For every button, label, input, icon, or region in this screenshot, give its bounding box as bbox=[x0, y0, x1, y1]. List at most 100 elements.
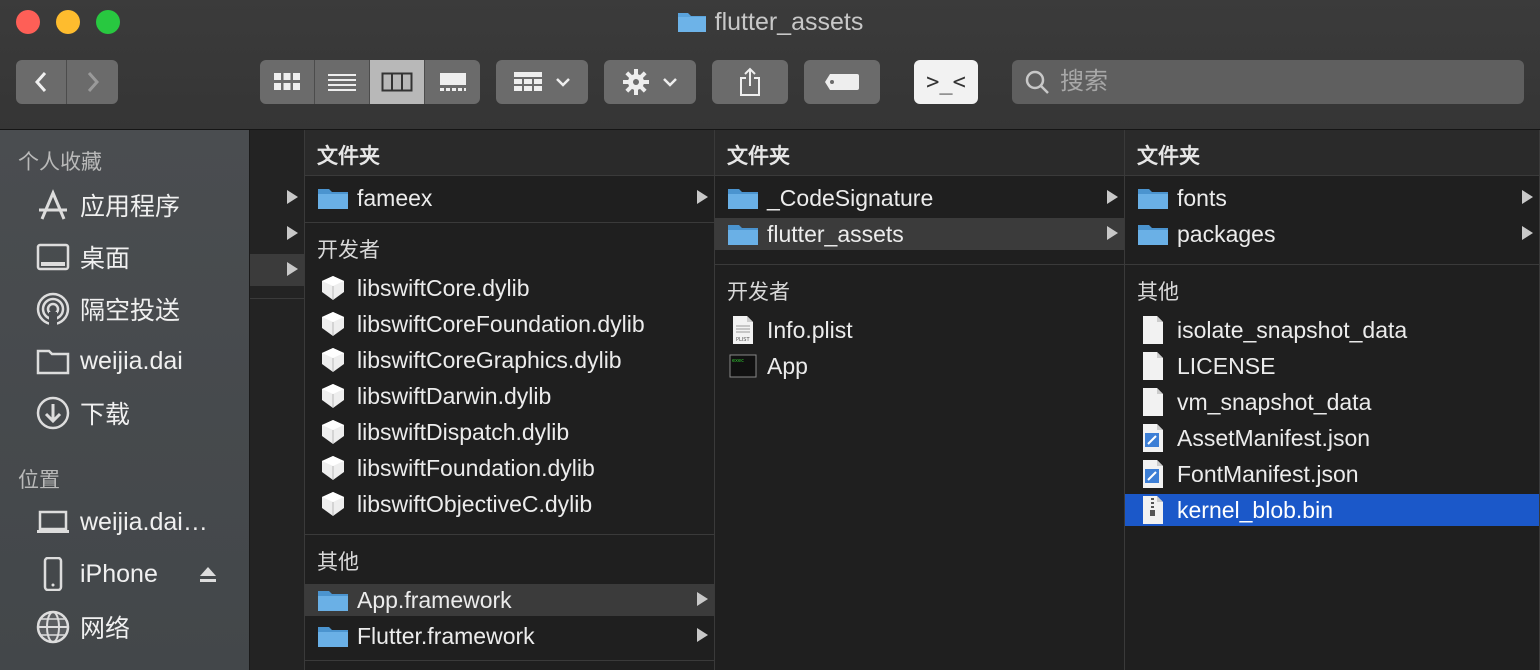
list-item[interactable] bbox=[250, 254, 304, 286]
list-item[interactable]: libswiftDarwin.dylib bbox=[305, 380, 714, 412]
window-title-container: flutter_assets bbox=[0, 8, 1540, 40]
column-previous[interactable] bbox=[250, 130, 305, 670]
document-icon bbox=[1137, 352, 1169, 380]
list-item[interactable]: libswiftObjectiveC.dylib bbox=[305, 488, 714, 520]
list-item[interactable]: libswiftCore.dylib bbox=[305, 272, 714, 304]
tags-button[interactable] bbox=[804, 60, 880, 104]
list-item-fameex[interactable]: fameex bbox=[305, 182, 714, 214]
list-item[interactable]: vm_snapshot_data bbox=[1125, 386, 1539, 418]
disclosure-arrow-icon bbox=[287, 262, 298, 276]
sidebar-section-locations: 位置 bbox=[18, 469, 60, 492]
list-item-app-framework[interactable]: App.framework bbox=[305, 584, 714, 616]
list-item-flutter-assets[interactable]: flutter_assets bbox=[715, 218, 1124, 250]
list-item[interactable] bbox=[250, 218, 304, 250]
column-view-button[interactable] bbox=[370, 60, 425, 104]
list-item-selected[interactable]: kernel_blob.bin bbox=[1125, 494, 1539, 526]
item-label: libswiftDispatch.dylib bbox=[357, 418, 570, 445]
svg-text:exec: exec bbox=[732, 358, 744, 364]
gallery-view-button[interactable] bbox=[425, 60, 480, 104]
group-label-other: 其他 bbox=[1137, 281, 1179, 304]
list-item[interactable]: FontManifest.json bbox=[1125, 458, 1539, 490]
list-item-codesignature[interactable]: _CodeSignature bbox=[715, 182, 1124, 214]
sidebar-item-label: weijia.dai bbox=[80, 346, 183, 375]
search-input[interactable] bbox=[1060, 68, 1500, 96]
disclosure-arrow-icon bbox=[697, 628, 708, 642]
laptop-icon bbox=[34, 505, 72, 539]
navigation-buttons bbox=[16, 60, 118, 104]
item-label: libswiftCoreGraphics.dylib bbox=[357, 346, 622, 373]
divider bbox=[305, 534, 714, 535]
divider bbox=[1125, 264, 1539, 265]
terminal-icon: >_< bbox=[926, 69, 966, 95]
item-label: kernel_blob.bin bbox=[1177, 496, 1334, 523]
list-item[interactable]: libswiftCoreGraphics.dylib bbox=[305, 344, 714, 376]
svg-text:PLIST: PLIST bbox=[736, 337, 750, 343]
forward-button[interactable] bbox=[67, 60, 118, 104]
sidebar-item-home[interactable]: weijia.dai bbox=[34, 341, 244, 381]
disclosure-arrow-icon bbox=[697, 190, 708, 204]
share-icon bbox=[740, 67, 760, 96]
list-item-packages[interactable]: packages bbox=[1125, 218, 1539, 250]
list-view-button[interactable] bbox=[315, 60, 370, 104]
desktop-icon bbox=[34, 240, 72, 274]
chevron-down-icon bbox=[663, 78, 677, 87]
folder-icon bbox=[317, 184, 349, 212]
list-item[interactable] bbox=[250, 182, 304, 214]
column-flutter-assets[interactable]: 文件夹 fonts packages 其他 isolate_snapshot_d… bbox=[1125, 130, 1540, 670]
folder-icon bbox=[727, 184, 759, 212]
disclosure-arrow-icon bbox=[1522, 190, 1533, 204]
search-field[interactable] bbox=[1012, 60, 1524, 104]
sidebar-item-airdrop[interactable]: 隔空投送 bbox=[34, 289, 244, 329]
sidebar-item-desktop[interactable]: 桌面 bbox=[34, 237, 244, 277]
disclosure-arrow-icon bbox=[287, 226, 298, 240]
sidebar: 个人收藏 应用程序 桌面 隔空投送 weijia.dai 下载 位置 weiji… bbox=[0, 130, 250, 670]
list-item[interactable]: LICENSE bbox=[1125, 350, 1539, 382]
back-button[interactable] bbox=[16, 60, 67, 104]
applications-icon bbox=[34, 188, 72, 222]
gear-icon bbox=[623, 69, 649, 95]
sidebar-item-applications[interactable]: 应用程序 bbox=[34, 185, 244, 225]
list-item-flutter-framework[interactable]: Flutter.framework bbox=[305, 620, 714, 652]
sidebar-item-downloads[interactable]: 下载 bbox=[34, 393, 244, 433]
icon-view-button[interactable] bbox=[260, 60, 315, 104]
list-item-info-plist[interactable]: PLIST Info.plist bbox=[715, 314, 1124, 346]
sidebar-item-label: 下载 bbox=[80, 401, 131, 429]
dylib-icon bbox=[317, 418, 349, 446]
item-label: packages bbox=[1177, 220, 1276, 247]
share-button[interactable] bbox=[712, 60, 788, 104]
list-item[interactable]: libswiftDispatch.dylib bbox=[305, 416, 714, 448]
item-label: libswiftCoreFoundation.dylib bbox=[357, 310, 645, 337]
folder-icon bbox=[727, 220, 759, 248]
network-icon bbox=[34, 610, 72, 644]
chevron-right-icon bbox=[87, 72, 99, 92]
item-label: libswiftFoundation.dylib bbox=[357, 454, 595, 481]
list-item[interactable]: libswiftCoreFoundation.dylib bbox=[305, 308, 714, 340]
sidebar-item-network[interactable]: 网络 bbox=[34, 607, 244, 647]
item-label: libswiftDarwin.dylib bbox=[357, 382, 552, 409]
dylib-icon bbox=[317, 490, 349, 518]
downloads-icon bbox=[34, 396, 72, 430]
column-app-framework[interactable]: 文件夹 _CodeSignature flutter_assets 开发者 PL… bbox=[715, 130, 1125, 670]
dylib-icon bbox=[317, 346, 349, 374]
plist-file-icon: PLIST bbox=[727, 316, 759, 344]
document-icon bbox=[1137, 316, 1169, 344]
action-button[interactable] bbox=[604, 60, 696, 104]
sidebar-item-iphone[interactable]: iPhone bbox=[34, 554, 244, 594]
json-file-icon bbox=[1137, 424, 1169, 452]
list-item[interactable]: isolate_snapshot_data bbox=[1125, 314, 1539, 346]
terminal-exec-icon: exec bbox=[727, 352, 759, 380]
column-header: 文件夹 bbox=[1125, 130, 1539, 176]
chevron-down-icon bbox=[556, 78, 570, 87]
list-item-fonts[interactable]: fonts bbox=[1125, 182, 1539, 214]
list-item[interactable]: AssetManifest.json bbox=[1125, 422, 1539, 454]
list-item-app-exec[interactable]: exec App bbox=[715, 350, 1124, 382]
eject-icon[interactable] bbox=[198, 564, 218, 584]
list-item[interactable]: libswiftFoundation.dylib bbox=[305, 452, 714, 484]
group-by-button[interactable] bbox=[496, 60, 588, 104]
sidebar-item-mac[interactable]: weijia.dai… bbox=[34, 502, 244, 542]
column-app-bundle[interactable]: 文件夹 fameex 开发者 libswiftCore.dylib libswi… bbox=[305, 130, 715, 670]
folder-icon bbox=[1137, 184, 1169, 212]
list-icon bbox=[328, 74, 356, 91]
item-label: fonts bbox=[1177, 184, 1227, 211]
open-terminal-button[interactable]: >_< bbox=[914, 60, 978, 104]
